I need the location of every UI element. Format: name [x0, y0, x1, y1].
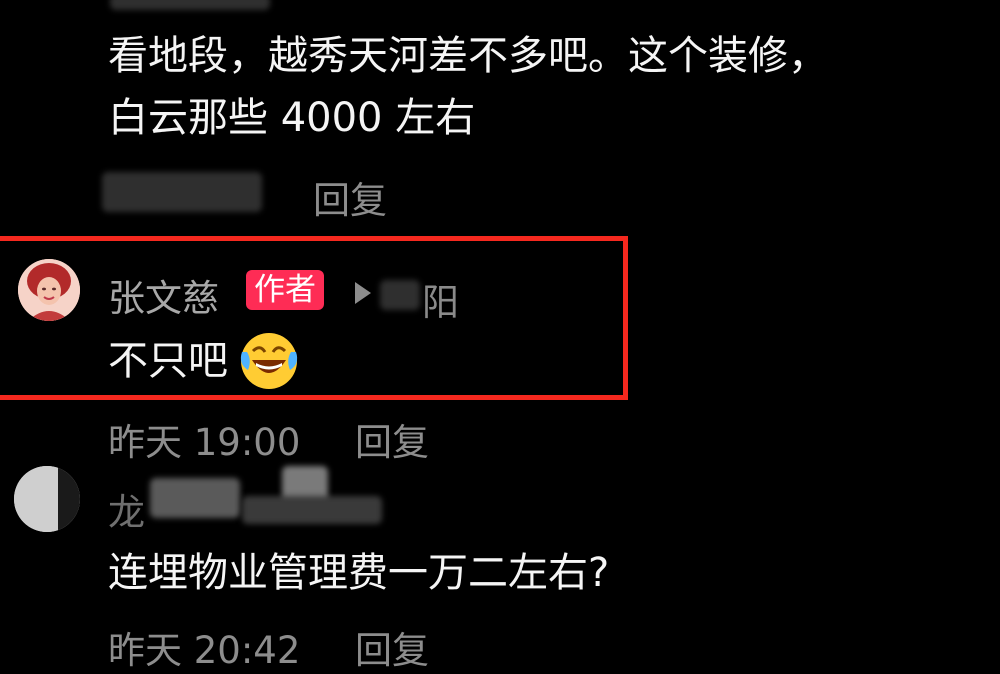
- reply-target-name[interactable]: 阳: [422, 272, 459, 326]
- blurred-username: [110, 0, 270, 10]
- author-name[interactable]: 龙: [108, 482, 145, 536]
- comment-text-line: 看地段，越秀天河差不多吧。这个装修，: [108, 33, 828, 79]
- author-name[interactable]: 张文慈: [108, 268, 219, 322]
- blurred-username: [242, 496, 382, 524]
- blurred-reply-target: [380, 280, 420, 310]
- author-badge: 作者: [246, 270, 324, 310]
- reply-button[interactable]: 回复: [355, 412, 429, 466]
- blurred-timestamp: [102, 172, 262, 212]
- highlight-box: [0, 236, 628, 400]
- reply-button[interactable]: 回复: [355, 620, 429, 674]
- comment-timestamp: 昨天 19:00: [108, 421, 301, 464]
- comment-text: 连埋物业管理费一万二左右?: [108, 550, 610, 596]
- avatar[interactable]: [18, 259, 80, 321]
- reply-arrow-icon: [355, 282, 371, 304]
- comment-text: 看地段，越秀天河差不多吧。这个装修， 白云那些 4000 左右: [108, 30, 828, 144]
- comment-text: 不只吧: [108, 330, 300, 392]
- avatar-image: [18, 259, 80, 321]
- comment-timestamp: 昨天 20:42: [108, 629, 301, 672]
- avatar[interactable]: [14, 466, 80, 532]
- comment-text-line: 白云那些 4000 左右: [108, 95, 476, 141]
- blurred-username: [150, 478, 240, 518]
- reply-button[interactable]: 回复: [313, 170, 387, 224]
- rofl-emoji-icon: [238, 330, 300, 392]
- comment-text-body: 不只吧: [108, 338, 228, 384]
